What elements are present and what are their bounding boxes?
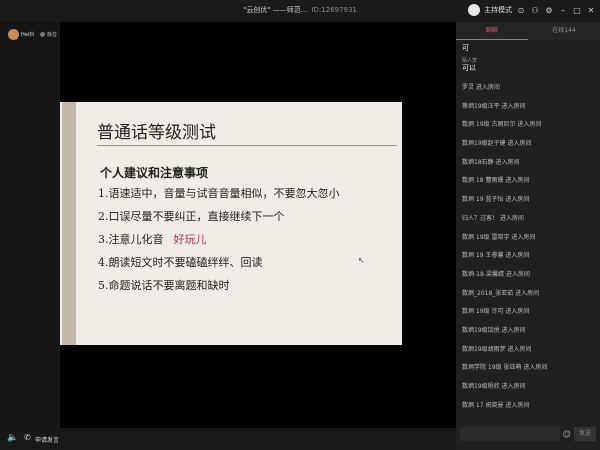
chat-join-message: 归人？过客！ 进入房间: [462, 214, 524, 222]
chat-join-message: 蔡炳19级汪平 进入房间: [462, 102, 526, 110]
chat-panel: 聊聊 在线144 可 陌人梦 可以 罗灵 进入房间 蔡炳19级汪平 进入房间 数炳 …: [456, 22, 600, 450]
titlebar-controls: 主持模式 ⊙ ⚇ ⚙ – □ ✕: [468, 4, 596, 16]
chat-message-text: 可以: [462, 64, 476, 72]
host-tag-label: 静音: [47, 32, 58, 38]
slide-highlight: 好玩儿: [173, 233, 207, 246]
chat-tabs: 聊聊 在线144: [456, 22, 600, 40]
chat-join-message: 数炳_2018_张亚茹 进入房间: [462, 289, 540, 297]
user-icon[interactable]: ⚇: [530, 5, 540, 15]
slide-list: 1.语速适中，音量与试音音量相似，不要忽大忽小 2.口误尽量不要纠正，直接继续下…: [98, 187, 340, 302]
slide-item: 4.朗读短文时不要磕磕绊绊、回读: [98, 256, 340, 279]
chat-join-message: 数炳19级赵子健 进入房间: [462, 140, 532, 148]
chat-message: 陌人梦 可以: [462, 58, 596, 84]
chat-messages[interactable]: 可 陌人梦 可以 罗灵 进入房间蔡炳19级汪平 进入房间数炳 19级 古丽尼尔 …: [462, 44, 596, 420]
title-bar: "云创优" ——师范... ID:12697931 主持模式 ⊙ ⚇ ⚙ – □ …: [0, 0, 600, 22]
chat-join-message: 数炳 19级 雷晓宇 进入房间: [462, 233, 536, 241]
slide-item-text: 2.口误尽量不要纠正，直接继续下一个: [98, 210, 285, 223]
record-icon[interactable]: ⊙: [516, 5, 526, 15]
host-avatar[interactable]: [8, 29, 19, 40]
tab-online[interactable]: 在线144: [528, 22, 600, 40]
slide-item: 2.口误尽量不要纠正，直接继续下一个: [98, 210, 340, 233]
chat-join-message: 数炳 18 曹雨珊 进入房间: [462, 177, 530, 185]
phone-icon[interactable]: ✆: [24, 433, 31, 442]
chat-join-message: 数炳-18-梁馨婧 进入房间: [462, 270, 530, 278]
slide-side-strip: [62, 102, 76, 345]
user-avatar[interactable]: [468, 4, 480, 16]
close-icon[interactable]: ✕: [586, 5, 596, 15]
maximize-icon[interactable]: □: [572, 5, 582, 15]
chat-join-message: 数炳 19级 古丽尼尔 进入房间: [462, 121, 542, 129]
slide-subtitle: 个人建议和注意事项: [100, 166, 209, 180]
mouse-pointer-icon: ↖: [358, 256, 365, 265]
host-mute-tag[interactable]: 静音: [40, 31, 57, 38]
slide-title: 普通话等级测试: [97, 123, 216, 143]
host-name: Hei抖: [21, 32, 35, 38]
chat-join-message: 数炳19级胡雨梦 进入房间: [462, 345, 532, 353]
mode-label[interactable]: 主持模式: [484, 5, 512, 15]
participant-panel: Hei抖 静音: [0, 22, 60, 428]
speaker-icon[interactable]: 🔈: [7, 433, 18, 443]
chat-join-message: 数炳 19 蓝子怡 进入房间: [462, 196, 530, 204]
slide-item: 5.命题说话不要离题和缺时: [98, 279, 340, 302]
bottom-toolbar: 🔈 ✆ 申请发言: [0, 428, 456, 450]
slide-divider: [97, 145, 397, 146]
send-button[interactable]: 发送: [574, 427, 596, 441]
slide-item: 3.注意儿化音 好玩儿: [98, 233, 340, 256]
emoji-icon[interactable]: ☺: [563, 430, 571, 439]
apply-speak-button[interactable]: 申请发言: [35, 435, 59, 444]
slide-item: 1.语速适中，音量与试音音量相似，不要忽大忽小: [98, 187, 340, 210]
chat-message: 可: [462, 44, 469, 52]
room-id: ID:12697931: [311, 6, 357, 14]
slide-item-text: 1.语速适中，音量与试音音量相似，不要忽大忽小: [98, 187, 340, 200]
chat-input-area: ☺ 发送: [460, 424, 596, 444]
chat-join-message: 数炳 19级 许可 进入房间: [462, 308, 530, 316]
window-title-text: "云创优" ——师范...: [243, 6, 308, 14]
chat-join-message: 罗灵 进入房间: [462, 84, 500, 91]
chat-join-message: 数炳19级饶悦 进入房间: [462, 326, 526, 334]
chat-join-message: 数炳 19 王睿馨 进入房间: [462, 252, 530, 260]
mute-icon: [40, 32, 45, 37]
chat-join-message: 数炳18石静 进入房间: [462, 158, 520, 166]
minimize-icon[interactable]: –: [558, 5, 568, 15]
slide-item-text: 4.朗读短文时不要磕磕绊绊、回读: [98, 256, 263, 269]
chat-join-message: 数炳 17 祝晓曼 进入房间: [462, 401, 530, 409]
chat-join-message: 数炳19级杨欣 进入房间: [462, 383, 526, 390]
settings-icon[interactable]: ⚙: [544, 5, 554, 15]
chat-sender-name: 陌人梦: [462, 58, 478, 64]
chat-join-message: 数炳学院 19级 张钰萌 进入房间: [462, 364, 548, 372]
slide-item-text: 3.注意儿化音: [98, 233, 164, 246]
slide-item-text: 5.命题说话不要离题和缺时: [98, 279, 230, 292]
chat-input[interactable]: [460, 427, 560, 441]
join-message-list: 罗灵 进入房间蔡炳19级汪平 进入房间数炳 19级 古丽尼尔 进入房间 数炳19级…: [462, 84, 596, 420]
tab-chat[interactable]: 聊聊: [456, 22, 528, 40]
